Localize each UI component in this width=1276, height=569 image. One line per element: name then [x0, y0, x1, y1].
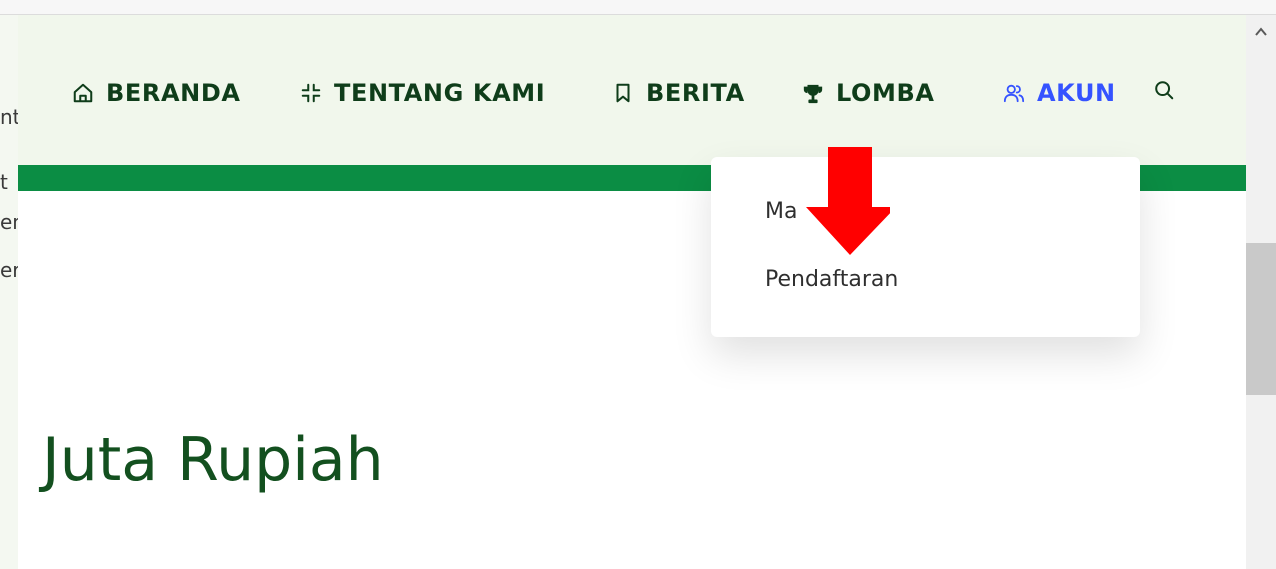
scrollbar-thumb[interactable] [1246, 243, 1276, 395]
nav-item-lomba[interactable]: LOMBA [802, 79, 935, 107]
window-top-edge [0, 0, 1276, 15]
users-icon [1003, 82, 1025, 104]
dropdown-item-pendaftaran[interactable]: Pendaftaran [765, 267, 898, 292]
nav-label: TENTANG KAMI [334, 79, 546, 107]
trophy-icon [802, 82, 824, 104]
akun-dropdown-menu: Ma Pendaftaran [711, 157, 1140, 337]
bookmark-icon [612, 82, 634, 104]
underlay-text-fragment: t [0, 170, 8, 194]
search-icon[interactable] [1153, 79, 1177, 103]
nav-item-beranda[interactable]: BERANDA [72, 79, 241, 107]
page-headline: Juta Rupiah [42, 425, 384, 495]
nav-item-tentang-kami[interactable]: TENTANG KAMI [300, 79, 545, 107]
home-icon [72, 82, 94, 104]
scroll-up-arrow-icon[interactable] [1254, 24, 1268, 38]
main-navigation: BERANDA TENTANG KAMI BERITA LOMBA AKUN [18, 15, 1246, 165]
nav-item-akun[interactable]: AKUN [1003, 79, 1116, 107]
nav-item-berita[interactable]: BERITA [612, 79, 745, 107]
nav-label: AKUN [1037, 79, 1116, 107]
nav-label: BERITA [646, 79, 745, 107]
red-arrow-annotation-icon [806, 147, 896, 255]
nav-label: LOMBA [836, 79, 935, 107]
nav-label: BERANDA [106, 79, 241, 107]
collapse-icon [300, 82, 322, 104]
dropdown-item-masuk[interactable]: Ma [765, 199, 797, 224]
